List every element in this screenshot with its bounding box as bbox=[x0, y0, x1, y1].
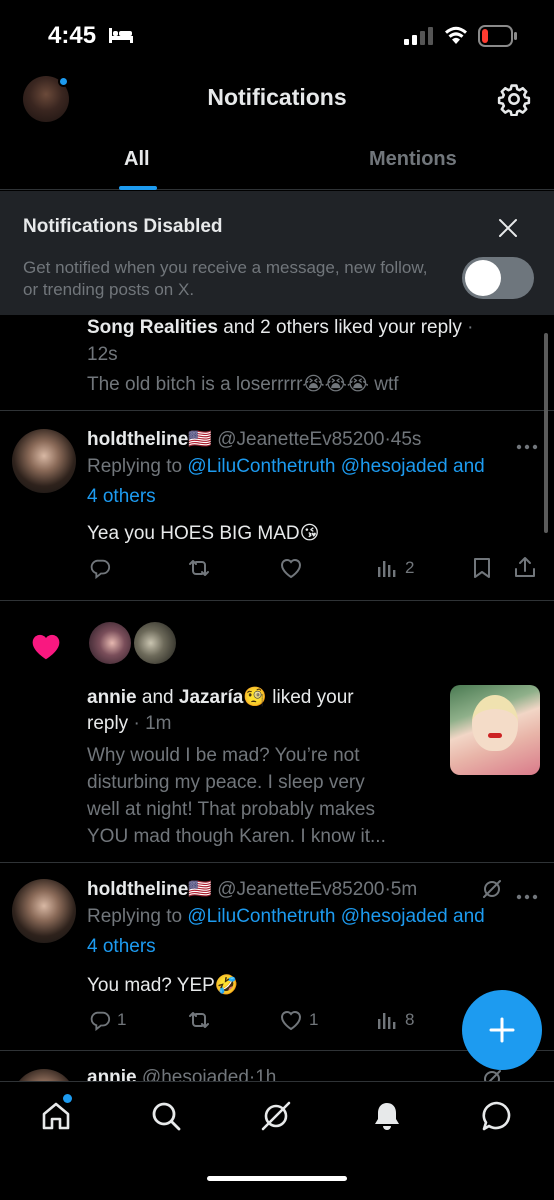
grok-icon[interactable] bbox=[481, 878, 503, 905]
repost-icon bbox=[189, 1012, 209, 1028]
status-time: 4:45 bbox=[48, 22, 97, 49]
author-name[interactable]: annie bbox=[87, 1067, 137, 1081]
reply-preview-line: disturbing my peace. I sleep very bbox=[87, 772, 365, 793]
mention-links[interactable]: @LiluConthetruth @hesojaded and bbox=[187, 456, 484, 477]
reply-count: 1 bbox=[117, 1010, 127, 1029]
like-icon bbox=[280, 1011, 302, 1031]
signal-icon bbox=[404, 27, 434, 50]
like-icon bbox=[280, 559, 302, 579]
timestamp: 12s bbox=[87, 344, 118, 365]
author-handle[interactable]: @hesojaded bbox=[142, 1067, 249, 1081]
plus-icon bbox=[489, 1017, 515, 1043]
avatar[interactable] bbox=[12, 879, 76, 943]
header: Notifications All Mentions bbox=[0, 72, 554, 190]
reply-button[interactable] bbox=[89, 557, 117, 579]
author-handle[interactable]: @JeanetteEv85200 bbox=[217, 429, 384, 450]
views-count: 2 bbox=[405, 558, 415, 577]
conjunction: and bbox=[136, 687, 179, 708]
grok-icon[interactable] bbox=[260, 1100, 292, 1137]
banner-title: Notifications Disabled bbox=[23, 216, 223, 237]
messages-icon[interactable] bbox=[481, 1100, 513, 1137]
unread-dot bbox=[63, 1094, 72, 1103]
home-icon[interactable] bbox=[40, 1100, 72, 1137]
views-icon bbox=[378, 561, 396, 577]
page-title: Notifications bbox=[207, 84, 347, 110]
more-options-icon[interactable] bbox=[516, 437, 538, 455]
heart-icon bbox=[30, 631, 62, 666]
separator-dot: · bbox=[461, 317, 474, 338]
like-count: 1 bbox=[309, 1010, 319, 1029]
author-name[interactable]: holdtheline🇺🇸 bbox=[87, 429, 212, 450]
author-name[interactable]: holdtheline🇺🇸 bbox=[87, 879, 212, 900]
tweet-body: You mad? YEP🤣 bbox=[87, 975, 239, 996]
like-button[interactable]: 1 bbox=[279, 1009, 318, 1031]
reply-preview-line: Why would I be mad? You’re not bbox=[87, 745, 360, 766]
views-button[interactable]: 8 bbox=[377, 1009, 414, 1031]
tab-all[interactable]: All bbox=[124, 148, 150, 171]
tweet[interactable]: holdtheline🇺🇸 @JeanetteEv85200·45s Reply… bbox=[0, 411, 554, 601]
avatar[interactable] bbox=[12, 429, 76, 493]
notification-text: reply bbox=[87, 713, 129, 734]
notifications-feed[interactable]: Song Realities and 2 others liked your r… bbox=[0, 315, 554, 1081]
search-icon[interactable] bbox=[150, 1100, 182, 1137]
author-handle[interactable]: @JeanetteEv85200 bbox=[217, 879, 384, 900]
home-indicator bbox=[207, 1176, 347, 1181]
banner-text: Get notified when you receive a message,… bbox=[23, 258, 428, 299]
toggle-knob bbox=[465, 260, 501, 296]
views-button[interactable]: 2 bbox=[377, 557, 414, 579]
views-count: 8 bbox=[405, 1010, 415, 1029]
reply-icon bbox=[90, 559, 111, 579]
reply-preview-line: well at night! That probably makes bbox=[87, 799, 375, 820]
more-options-icon[interactable] bbox=[516, 887, 538, 905]
notifications-toggle[interactable] bbox=[462, 257, 534, 299]
bed-icon bbox=[108, 26, 134, 49]
close-icon[interactable] bbox=[498, 218, 518, 243]
battery-icon bbox=[478, 25, 518, 52]
reply-preview: The old bitch is a loserrrrr😭😭😭 wtf bbox=[87, 374, 399, 395]
tab-mentions[interactable]: Mentions bbox=[369, 148, 457, 171]
actor-name[interactable]: annie bbox=[87, 687, 137, 708]
reply-icon bbox=[90, 1011, 111, 1031]
replying-to-label: Replying to bbox=[87, 456, 188, 477]
repost-button[interactable] bbox=[187, 1009, 217, 1031]
timestamp: · 1m bbox=[128, 713, 172, 734]
replying-to-label: Replying to bbox=[87, 906, 188, 927]
share-icon[interactable] bbox=[514, 556, 536, 583]
actor-name[interactable]: Jazaría🧐 bbox=[179, 687, 267, 708]
tweet-time: ·5m bbox=[384, 879, 418, 900]
thumbnail-face bbox=[472, 695, 518, 751]
like-notification[interactable]: Song Realities and 2 others liked your r… bbox=[0, 315, 554, 411]
wifi-icon bbox=[443, 25, 469, 50]
status-bar: 4:45 bbox=[0, 0, 554, 72]
actor-name[interactable]: Song Realities bbox=[87, 317, 218, 338]
notification-text: liked your bbox=[267, 687, 354, 708]
views-icon bbox=[378, 1013, 396, 1029]
avatar[interactable] bbox=[89, 622, 131, 664]
media-thumbnail[interactable] bbox=[450, 685, 540, 775]
notification-text: and 2 others liked your reply bbox=[217, 317, 462, 338]
notifications-disabled-banner: Notifications Disabled Get notified when… bbox=[0, 191, 554, 315]
mention-links[interactable]: @LiluConthetruth @hesojaded and bbox=[187, 906, 484, 927]
active-tab-indicator bbox=[119, 186, 157, 190]
others-link[interactable]: 4 others bbox=[87, 936, 156, 958]
compose-button[interactable] bbox=[462, 990, 542, 1070]
avatar[interactable] bbox=[12, 1069, 76, 1081]
tweet-time: ·1h bbox=[248, 1067, 277, 1081]
reply-button[interactable]: 1 bbox=[89, 1009, 126, 1031]
gear-icon[interactable] bbox=[497, 82, 531, 121]
repost-icon bbox=[189, 560, 209, 576]
reply-preview-line: YOU mad though Karen. I know it... bbox=[87, 826, 386, 847]
repost-button[interactable] bbox=[187, 557, 217, 579]
avatar[interactable] bbox=[134, 622, 176, 664]
tweet-time: ·45s bbox=[384, 429, 422, 450]
bottom-nav bbox=[0, 1081, 554, 1200]
thumbnail-detail bbox=[488, 733, 502, 738]
notifications-bell-icon[interactable] bbox=[371, 1100, 403, 1137]
tweet-body: Yea you HOES BIG MAD😘 bbox=[87, 523, 320, 544]
like-button[interactable] bbox=[279, 557, 309, 579]
bookmark-icon[interactable] bbox=[472, 557, 492, 584]
tab-bar: All Mentions bbox=[0, 134, 554, 190]
others-link[interactable]: 4 others bbox=[87, 486, 156, 508]
